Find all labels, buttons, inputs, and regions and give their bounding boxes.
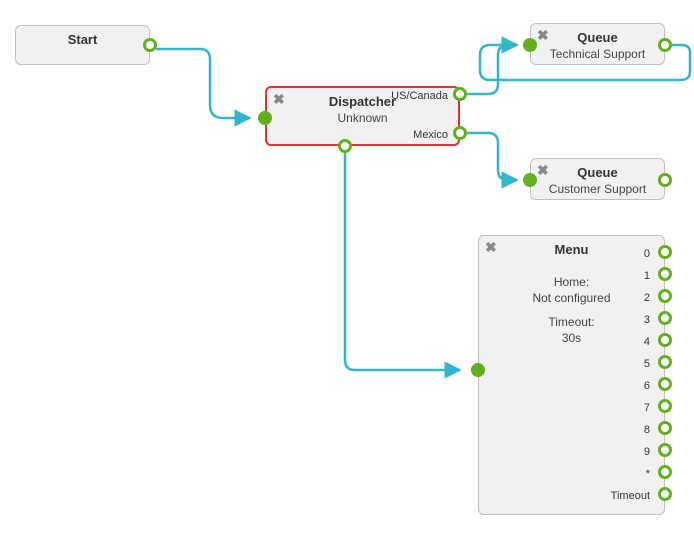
port-menu-out-star[interactable]: [658, 465, 672, 479]
port-menu-out-3[interactable]: [658, 311, 672, 325]
port-dispatcher-out-mexico[interactable]: [453, 126, 467, 140]
menu-home-value: Not configured: [479, 291, 664, 305]
node-start[interactable]: Start: [15, 25, 150, 65]
port-menu-out-9[interactable]: [658, 443, 672, 457]
menu-row-7: 7: [644, 402, 650, 414]
port-queue2-out[interactable]: [658, 173, 672, 187]
port-start-out[interactable]: [143, 38, 157, 52]
menu-row-5: 5: [644, 358, 650, 370]
port-dispatcher-out-uscanada[interactable]: [453, 87, 467, 101]
menu-timeout-label: Timeout:: [479, 315, 664, 329]
port-menu-out-2[interactable]: [658, 289, 672, 303]
menu-row-2: 2: [644, 292, 650, 304]
node-dispatcher[interactable]: ✖ Dispatcher Unknown US/Canada Mexico: [265, 86, 460, 146]
menu-row-star: *: [646, 468, 650, 480]
flow-canvas[interactable]: { "nodes": { "start": { "title": "Start"…: [0, 0, 694, 538]
menu-row-6: 6: [644, 380, 650, 392]
menu-row-timeout: Timeout: [611, 490, 650, 502]
close-icon[interactable]: ✖: [537, 163, 549, 177]
menu-timeout-value: 30s: [479, 331, 664, 345]
node-queue-technical[interactable]: ✖ Queue Technical Support: [530, 23, 665, 65]
dispatcher-out2-label: Mexico: [413, 129, 448, 141]
node-queue1-subtitle: Technical Support: [531, 47, 664, 61]
close-icon[interactable]: ✖: [537, 28, 549, 42]
dispatcher-out1-label: US/Canada: [391, 90, 448, 102]
node-start-title: Start: [16, 32, 149, 47]
port-queue1-out[interactable]: [658, 38, 672, 52]
menu-row-9: 9: [644, 446, 650, 458]
port-menu-out-8[interactable]: [658, 421, 672, 435]
menu-home-label: Home:: [479, 275, 664, 289]
port-menu-out-6[interactable]: [658, 377, 672, 391]
node-dispatcher-subtitle: Unknown: [267, 111, 458, 125]
port-dispatcher-in[interactable]: [258, 111, 272, 125]
port-menu-out-4[interactable]: [658, 333, 672, 347]
close-icon[interactable]: ✖: [485, 240, 497, 254]
menu-row-0: 0: [644, 248, 650, 260]
node-queue2-subtitle: Customer Support: [531, 182, 664, 196]
node-queue1-title: Queue: [531, 30, 664, 45]
port-menu-out-1[interactable]: [658, 267, 672, 281]
close-icon[interactable]: ✖: [273, 92, 285, 106]
port-queue2-in[interactable]: [523, 173, 537, 187]
port-menu-out-7[interactable]: [658, 399, 672, 413]
port-menu-out-5[interactable]: [658, 355, 672, 369]
port-queue1-in[interactable]: [523, 38, 537, 52]
node-menu-title: Menu: [479, 242, 664, 257]
port-menu-out-timeout[interactable]: [658, 487, 672, 501]
menu-row-1: 1: [644, 270, 650, 282]
menu-row-8: 8: [644, 424, 650, 436]
port-menu-in[interactable]: [471, 363, 485, 377]
menu-row-3: 3: [644, 314, 650, 326]
node-queue2-title: Queue: [531, 165, 664, 180]
node-menu[interactable]: ✖ Menu Home: Not configured Timeout: 30s…: [478, 235, 665, 515]
port-menu-out-0[interactable]: [658, 245, 672, 259]
node-queue-customer[interactable]: ✖ Queue Customer Support: [530, 158, 665, 200]
port-dispatcher-out-unknown[interactable]: [338, 139, 352, 153]
menu-row-4: 4: [644, 336, 650, 348]
